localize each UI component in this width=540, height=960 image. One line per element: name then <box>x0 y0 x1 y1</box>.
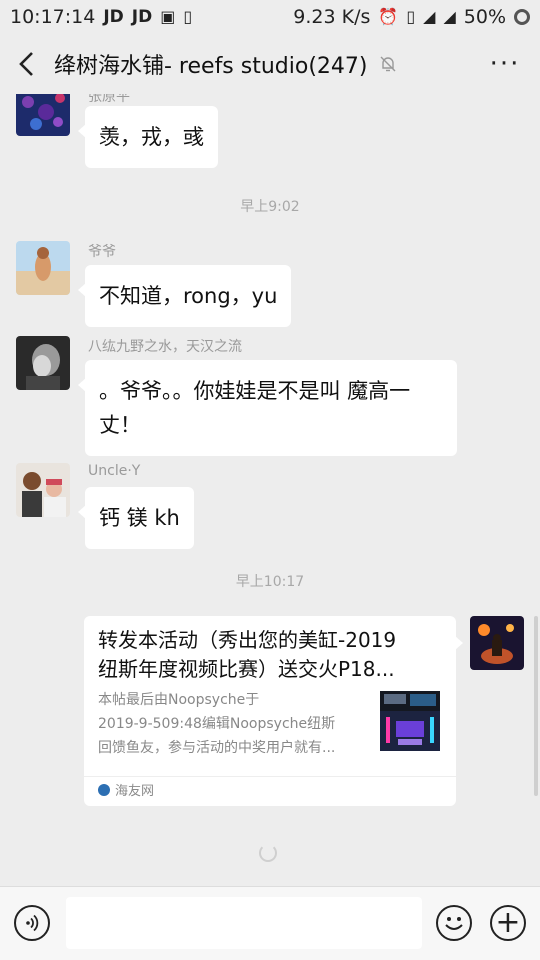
avatar[interactable] <box>16 463 70 517</box>
back-button[interactable] <box>0 34 54 94</box>
link-card-desc-line: 2019-9-509:48编辑Noopsyche纽斯 <box>98 716 336 732</box>
link-card-divider <box>84 776 456 777</box>
sender-name: 张原平 <box>88 94 130 105</box>
sender-name: 爷爷 <box>88 244 116 260</box>
link-card[interactable]: 转发本活动（秀出您的美缸-2019 纽斯年度视频比赛）送交火P18... 本帖最… <box>84 616 463 806</box>
chat-header: 绛树海水铺- reefs studio(247) ··· <box>0 34 540 94</box>
voice-button[interactable] <box>14 905 50 941</box>
message-text: 羡，戎，彧 <box>99 125 204 149</box>
mute-bell-icon <box>378 54 398 74</box>
chat-area[interactable]: 张原平 羡，戎，彧 早上9:02 爷爷 不知道，rong，yu 八纮九野之水，天… <box>0 94 540 886</box>
loading-spinner-icon <box>259 844 277 862</box>
jd-notification-icon-2: JD <box>131 7 153 27</box>
link-card-description: 本帖最后由Noopsyche于 2019-9-509:48编辑Noopsyche… <box>98 688 370 760</box>
more-functions-button[interactable]: + <box>490 905 526 941</box>
my-avatar[interactable] <box>470 616 524 670</box>
status-bar: 10:17:14 JD JD ▣ ▯ 9.23 K/s ⏰ ▯ ◢ ◢ 50% <box>0 0 540 34</box>
scrollbar[interactable] <box>534 616 538 796</box>
link-card-source-name: 海友网 <box>115 784 155 799</box>
message-item: 爷爷 不知道，rong，yu <box>16 241 516 331</box>
sim-notification-icon: ▯ <box>183 7 193 26</box>
message-text: 不知道，rong，yu <box>99 284 278 308</box>
vibrate-icon: ▯ <box>406 7 416 26</box>
sender-name: Uncle·Y <box>88 463 141 479</box>
more-options-button[interactable]: ··· <box>470 34 540 94</box>
battery-percent: 50% <box>463 6 506 28</box>
chat-title: 绛树海水铺- reefs studio(247) <box>54 54 368 79</box>
link-card-source: 海友网 <box>98 780 154 799</box>
timestamp: 早上9:02 <box>240 199 300 215</box>
link-card-title-line: 纽斯年度视频比赛）送交火P18... <box>98 657 395 681</box>
emoji-button[interactable] <box>436 905 472 941</box>
link-card-thumbnail <box>380 691 440 751</box>
network-speed: 9.23 K/s <box>293 6 371 28</box>
link-card-title-line: 转发本活动（秀出您的美缸-2019 <box>98 628 397 652</box>
emoji-icon <box>445 917 463 930</box>
input-bar: + <box>0 886 540 960</box>
message-text-line: 。爷爷。。你娃娃是不是叫 魔高一 <box>99 379 411 403</box>
more-dots-icon: ··· <box>489 49 521 79</box>
jd-notification-icon: JD <box>103 7 124 27</box>
battery-icon <box>514 9 530 25</box>
message-item: 八纮九野之水，天汉之流 。爷爷。。你娃娃是不是叫 魔高一 丈！ <box>16 336 516 456</box>
message-text: 钙 镁 kh <box>99 506 180 530</box>
signal-icon: ◢ <box>443 7 456 26</box>
plus-icon: + <box>495 905 521 940</box>
link-card-title: 转发本活动（秀出您的美缸-2019 纽斯年度视频比赛）送交火P18... <box>98 626 442 684</box>
avatar[interactable] <box>16 241 70 295</box>
link-card-desc-line: 回馈鱼友，参与活动的中奖用户就有... <box>98 740 336 756</box>
status-time: 10:17:14 <box>10 6 96 28</box>
signal-4g-icon: ◢ <box>423 7 436 26</box>
message-item: Uncle·Y 钙 镁 kh <box>16 463 516 553</box>
avatar[interactable] <box>16 336 70 390</box>
source-logo-icon <box>98 783 110 796</box>
back-arrow-icon <box>19 52 33 76</box>
message-bubble[interactable]: 羡，戎，彧 <box>78 106 218 168</box>
message-bubble[interactable]: 。爷爷。。你娃娃是不是叫 魔高一 丈！ <box>78 360 457 456</box>
link-card-desc-line: 本帖最后由Noopsyche于 <box>98 692 260 708</box>
voice-icon <box>26 914 39 932</box>
message-input[interactable] <box>66 897 422 949</box>
avatar[interactable] <box>16 94 70 136</box>
message-item: 张原平 羡，戎，彧 <box>16 94 516 168</box>
message-text-line: 丈！ <box>99 413 141 437</box>
message-bubble[interactable]: 钙 镁 kh <box>78 487 194 549</box>
alarm-icon: ⏰ <box>378 7 399 26</box>
message-bubble[interactable]: 不知道，rong，yu <box>77 265 292 327</box>
timestamp: 早上10:17 <box>235 574 305 590</box>
sender-name: 八纮九野之水，天汉之流 <box>88 339 242 355</box>
image-notification-icon: ▣ <box>160 7 176 26</box>
